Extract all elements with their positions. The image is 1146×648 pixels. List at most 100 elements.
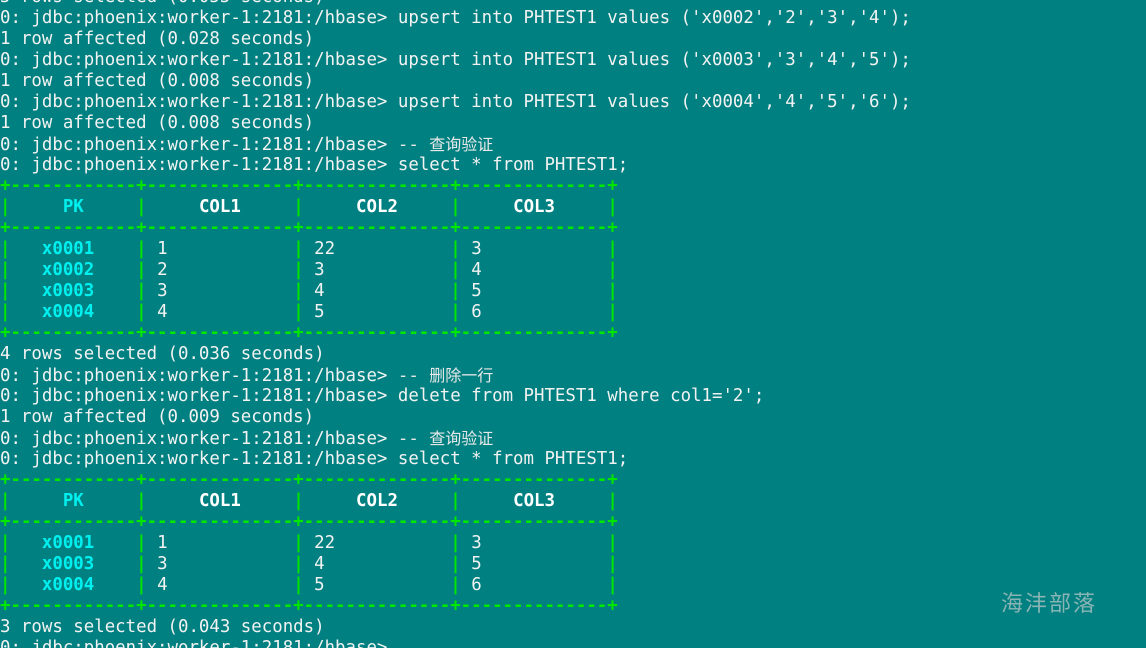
- prompt-text: 0: jdbc:phoenix:worker-1:2181:/hbase>: [0, 135, 398, 155]
- table-border: |: [0, 197, 11, 217]
- table-rule: +------------+--------------+-----------…: [0, 470, 618, 490]
- table-cell: 2: [146, 260, 294, 280]
- table-column-header: COL1: [146, 197, 294, 217]
- table-border: |: [293, 260, 304, 280]
- table-row: | x0002 | 2 | 3 | 4 |: [0, 260, 1146, 281]
- command-line: 0: jdbc:phoenix:worker-1:2181:/hbase> up…: [0, 50, 1146, 71]
- result-line: 1 row affected (0.028 seconds): [0, 29, 1146, 50]
- result-line: 1 row affected (0.008 seconds): [0, 71, 1146, 92]
- command-line: 0: jdbc:phoenix:worker-1:2181:/hbase> de…: [0, 386, 1146, 407]
- table-column-header: PK: [10, 491, 137, 511]
- table-bottom-rule: +------------+--------------+-----------…: [0, 323, 1146, 344]
- table-border: |: [136, 281, 147, 301]
- table-rule: +------------+--------------+-----------…: [0, 323, 618, 343]
- result-text: 4 rows selected (0.036 seconds): [0, 344, 325, 364]
- table-cell: 6: [460, 575, 608, 595]
- table-cell: 1: [146, 239, 294, 259]
- command-line: 0: jdbc:phoenix:worker-1:2181:/hbase> se…: [0, 155, 1146, 176]
- table-border: |: [607, 281, 618, 301]
- table-border: |: [293, 491, 304, 511]
- table-cell: 4: [303, 554, 451, 574]
- comment-text: 查询验证: [429, 135, 494, 154]
- command-line: 0: jdbc:phoenix:worker-1:2181:/hbase> up…: [0, 92, 1146, 113]
- prompt-text: 0: jdbc:phoenix:worker-1:2181:/hbase>: [0, 50, 398, 70]
- result-text: 1 row affected (0.009 seconds): [0, 407, 315, 427]
- watermark: 海沣部落: [1000, 592, 1097, 617]
- result-text: 1 row affected (0.028 seconds): [0, 29, 315, 49]
- table-border: |: [450, 197, 461, 217]
- table-column-header: COL1: [146, 491, 294, 511]
- result-text: 1 row affected (0.008 seconds): [0, 71, 315, 91]
- table-border: |: [0, 302, 11, 322]
- table-rule: +------------+--------------+-----------…: [0, 596, 618, 616]
- table-row: | x0001 | 1 | 22 | 3 |: [0, 533, 1146, 554]
- table-border: |: [0, 533, 11, 553]
- table-header-row: | PK | COL1 | COL2 | COL3 |: [0, 491, 1146, 512]
- table-border: |: [293, 533, 304, 553]
- comment-text: 删除一行: [429, 366, 494, 385]
- table-cell: x0001: [10, 533, 137, 553]
- table-cell: 3: [146, 281, 294, 301]
- table-cell: 4: [303, 281, 451, 301]
- table-border: |: [136, 554, 147, 574]
- comment-line: 0: jdbc:phoenix:worker-1:2181:/hbase> --…: [0, 365, 1146, 386]
- table-border: |: [607, 575, 618, 595]
- table-cell: x0002: [10, 260, 137, 280]
- prompt-text: 0: jdbc:phoenix:worker-1:2181:/hbase>: [0, 429, 398, 449]
- table-row: | x0004 | 4 | 5 | 6 |: [0, 575, 1146, 596]
- table-top-rule: +------------+--------------+-----------…: [0, 470, 1146, 491]
- comment-marker: --: [397, 366, 430, 386]
- table-cell: 4: [146, 302, 294, 322]
- table-cell: 4: [146, 575, 294, 595]
- table-border: |: [607, 554, 618, 574]
- table-border: |: [0, 554, 11, 574]
- table-border: |: [136, 575, 147, 595]
- table-column-header: COL2: [303, 197, 451, 217]
- table-border: |: [293, 281, 304, 301]
- table-bottom-rule: +------------+--------------+-----------…: [0, 596, 1146, 617]
- table-border: |: [0, 575, 11, 595]
- table-cell: 3: [460, 239, 608, 259]
- table-cell: 3: [460, 533, 608, 553]
- comment-text: 查询验证: [429, 429, 494, 448]
- table-column-header: COL2: [303, 491, 451, 511]
- result-text: 1 row affected (0.008 seconds): [0, 113, 315, 133]
- table-border: |: [293, 554, 304, 574]
- table-border: |: [450, 260, 461, 280]
- command-line: 0: jdbc:phoenix:worker-1:2181:/hbase> se…: [0, 449, 1146, 470]
- prompt-text: 0: jdbc:phoenix:worker-1:2181:/hbase>: [0, 8, 398, 28]
- table-border: |: [607, 491, 618, 511]
- table-border: |: [450, 302, 461, 322]
- prompt-text: 0: jdbc:phoenix:worker-1:2181:/hbase>: [0, 92, 398, 112]
- table-cell: x0003: [10, 554, 137, 574]
- table-column-header: COL3: [460, 491, 608, 511]
- command-line: 0: jdbc:phoenix:worker-1:2181:/hbase> up…: [0, 8, 1146, 29]
- table-border: |: [450, 491, 461, 511]
- table-border: |: [0, 260, 11, 280]
- table-cell: 22: [303, 239, 451, 259]
- table-rule: +------------+--------------+-----------…: [0, 176, 618, 196]
- table-row: | x0003 | 3 | 4 | 5 |: [0, 554, 1146, 575]
- comment-marker: --: [397, 135, 430, 155]
- table-row: | x0004 | 4 | 5 | 6 |: [0, 302, 1146, 323]
- table-column-header: COL3: [460, 197, 608, 217]
- result-text: 5 rows selected (0.055 seconds): [0, 0, 325, 7]
- table-rule: +------------+--------------+-----------…: [0, 512, 618, 532]
- command-text: upsert into PHTEST1 values ('x0002','2',…: [397, 8, 911, 28]
- table-border: |: [136, 302, 147, 322]
- table-rule: +------------+--------------+-----------…: [0, 218, 618, 238]
- table-top-rule: +------------+--------------+-----------…: [0, 176, 1146, 197]
- command-text: upsert into PHTEST1 values ('x0003','3',…: [397, 50, 911, 70]
- terminal-window[interactable]: 5 rows selected (0.055 seconds)0: jdbc:p…: [0, 0, 1146, 648]
- command-text: upsert into PHTEST1 values ('x0004','4',…: [397, 92, 911, 112]
- result-text: 3 rows selected (0.043 seconds): [0, 617, 325, 637]
- table-border: |: [293, 197, 304, 217]
- table-cell: 5: [460, 554, 608, 574]
- table-border: |: [450, 533, 461, 553]
- table-cell: 22: [303, 533, 451, 553]
- command-text: select * from PHTEST1;: [397, 155, 629, 175]
- comment-marker: --: [397, 429, 430, 449]
- prompt-text: 0: jdbc:phoenix:worker-1:2181:/hbase>: [0, 386, 398, 406]
- table-header-rule: +------------+--------------+-----------…: [0, 512, 1146, 533]
- table-row: | x0001 | 1 | 22 | 3 |: [0, 239, 1146, 260]
